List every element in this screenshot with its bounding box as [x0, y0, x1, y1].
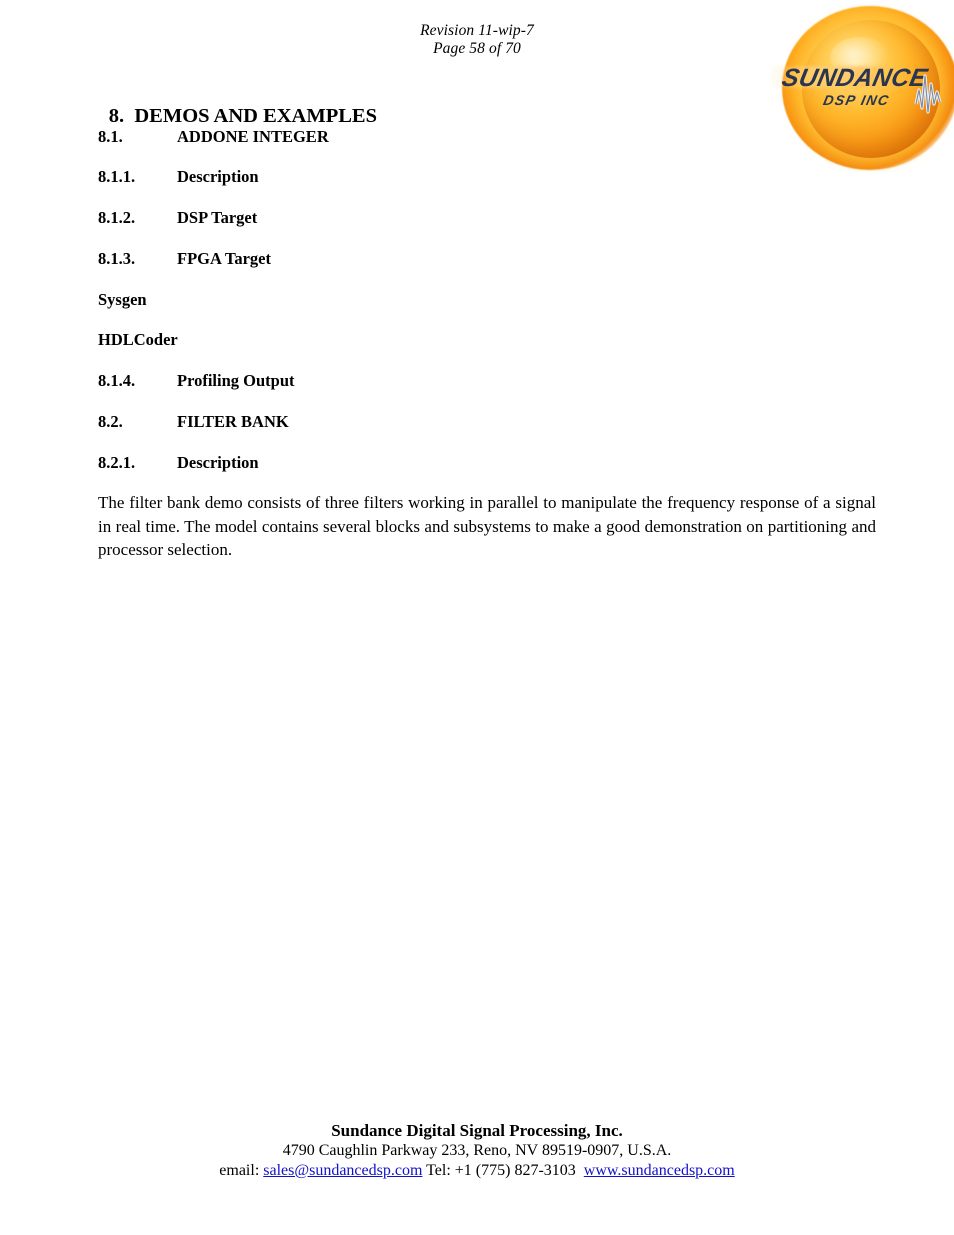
heading-text: Description — [177, 167, 259, 186]
heading-text: DSP Target — [177, 208, 258, 227]
logo-wordmark-graphic: SUNDANCE DSP INC — [779, 64, 942, 114]
footer-email-label: email: — [219, 1162, 264, 1179]
heading-8-1-2: 8.1.2. DSP Target — [98, 207, 257, 229]
heading-number: 8.1.3. — [98, 249, 136, 268]
heading-8-1-3: 8.1.3. FPGA Target — [98, 248, 271, 270]
heading-8-2: 8.2. FILTER BANK — [98, 411, 289, 433]
heading-text: Profiling Output — [177, 371, 295, 390]
heading-text: ADDONE INTEGER — [177, 127, 329, 146]
heading-8-1: 8.1. ADDONE INTEGER — [98, 126, 329, 148]
sundance-logo: SUNDANCE DSP INC — [766, 4, 954, 172]
page-title-number: 8. — [108, 105, 125, 127]
document-page: Revision 11-wip-7 Page 58 of 70 SUNDANCE… — [0, 0, 954, 1235]
footer-email-link[interactable]: sales@sundancedsp.com — [263, 1162, 422, 1179]
body-paragraph: The filter bank demo consists of three f… — [98, 493, 876, 559]
heading-8-2-1: 8.2.1. Description — [98, 452, 259, 474]
heading-8-1-4: 8.1.4. Profiling Output — [98, 370, 295, 392]
footer-company-name: Sundance Digital Signal Processing, Inc. — [331, 1121, 623, 1140]
heading-number: 8.2. — [98, 412, 123, 431]
heading-text: Description — [177, 453, 259, 472]
heading-number: 8.1.1. — [98, 167, 136, 186]
footer-website-link[interactable]: www.sundancedsp.com — [584, 1162, 735, 1179]
page-title-text: DEMOS AND EXAMPLES — [134, 105, 377, 127]
heading-text: FPGA Target — [177, 249, 271, 268]
heading-sysgen: Sysgen — [98, 289, 147, 311]
footer-telephone: Tel: +1 (775) 827-3103 — [422, 1162, 584, 1179]
heading-number: 8.1.4. — [98, 371, 136, 390]
logo-wordmark-sub-text: DSP INC — [822, 92, 891, 108]
footer-contact-line: email: sales@sundancedsp.com Tel: +1 (77… — [0, 1161, 954, 1181]
document-footer: Sundance Digital Signal Processing, Inc.… — [0, 1120, 954, 1181]
heading-8-1-1: 8.1.1. Description — [98, 166, 259, 188]
heading-number: 8.1. — [98, 127, 123, 146]
logo-wordmark-text: SUNDANCE — [779, 64, 930, 92]
heading-text: Sysgen — [98, 290, 147, 309]
heading-text: FILTER BANK — [177, 412, 289, 431]
heading-number: 8.2.1. — [98, 453, 136, 472]
footer-address: 4790 Caughlin Parkway 233, Reno, NV 8951… — [282, 1142, 672, 1159]
heading-number: 8.1.2. — [98, 208, 136, 227]
heading-text: HDLCoder — [98, 330, 178, 349]
heading-hdlcoder: HDLCoder — [98, 329, 178, 351]
